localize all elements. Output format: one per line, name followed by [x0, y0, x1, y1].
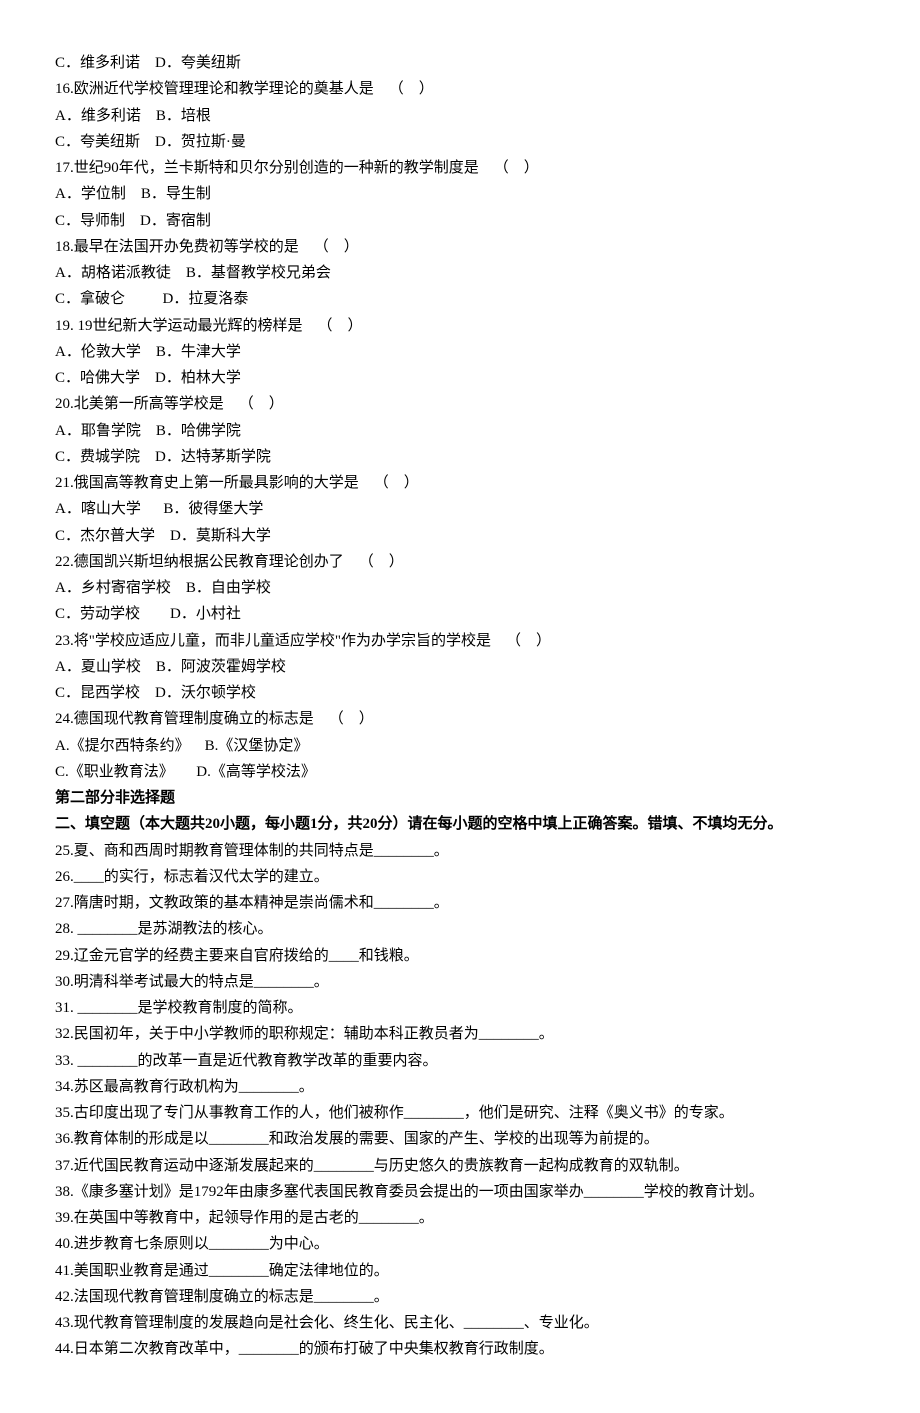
- q19-options-1: A．伦敦大学 B．牛津大学: [55, 339, 865, 365]
- q16-options-2: C．夸美纽斯 D．贺拉斯·曼: [55, 129, 865, 155]
- q34: 34.苏区最高教育行政机构为________。: [55, 1074, 865, 1100]
- q31: 31. ________是学校教育制度的简称。: [55, 995, 865, 1021]
- q20-options-1: A．耶鲁学院 B．哈佛学院: [55, 418, 865, 444]
- q26: 26.____的实行，标志着汉代太学的建立。: [55, 864, 865, 890]
- q24-options-2: C.《职业教育法》 D.《高等学校法》: [55, 759, 865, 785]
- q19-options-2: C．哈佛大学 D．柏林大学: [55, 365, 865, 391]
- q17-options-2: C．导师制 D．寄宿制: [55, 208, 865, 234]
- q36: 36.教育体制的形成是以________和政治发展的需要、国家的产生、学校的出现…: [55, 1126, 865, 1152]
- q32: 32.民国初年，关于中小学教师的职称规定：辅助本科正教员者为________。: [55, 1021, 865, 1047]
- q42: 42.法国现代教育管理制度确立的标志是________。: [55, 1284, 865, 1310]
- section2-title: 第二部分非选择题: [55, 785, 865, 811]
- q33: 33. ________的改革一直是近代教育教学改革的重要内容。: [55, 1048, 865, 1074]
- q41: 41.美国职业教育是通过________确定法律地位的。: [55, 1258, 865, 1284]
- section2-instructions: 二、填空题（本大题共20小题，每小题1分，共20分）请在每小题的空格中填上正确答…: [55, 811, 865, 837]
- q20-stem: 20.北美第一所高等学校是 （ ）: [55, 391, 865, 417]
- q21-options-2: C．杰尔普大学 D．莫斯科大学: [55, 523, 865, 549]
- q19-stem: 19. 19世纪新大学运动最光辉的榜样是 （ ）: [55, 313, 865, 339]
- q18-options-2: C．拿破仑 D．拉夏洛泰: [55, 286, 865, 312]
- q23-options-1: A．夏山学校 B．阿波茨霍姆学校: [55, 654, 865, 680]
- q15-options: C．维多利诺 D．夸美纽斯: [55, 50, 865, 76]
- q18-stem: 18.最早在法国开办免费初等学校的是 （ ）: [55, 234, 865, 260]
- q24-options-1: A.《提尔西特条约》 B.《汉堡协定》: [55, 733, 865, 759]
- q39: 39.在英国中等教育中，起领导作用的是古老的________。: [55, 1205, 865, 1231]
- q29: 29.辽金元官学的经费主要来自官府拨给的____和钱粮。: [55, 943, 865, 969]
- q23-stem: 23.将"学校应适应儿童，而非儿童适应学校"作为办学宗旨的学校是 （ ）: [55, 628, 865, 654]
- q28: 28. ________是苏湖教法的核心。: [55, 916, 865, 942]
- q16-options-1: A．维多利诺 B．培根: [55, 103, 865, 129]
- q35: 35.古印度出现了专门从事教育工作的人，他们被称作________，他们是研究、…: [55, 1100, 865, 1126]
- q25: 25.夏、商和西周时期教育管理体制的共同特点是________。: [55, 838, 865, 864]
- q18-options-1: A．胡格诺派教徒 B．基督教学校兄弟会: [55, 260, 865, 286]
- q27: 27.隋唐时期，文教政策的基本精神是崇尚儒术和________。: [55, 890, 865, 916]
- q20-options-2: C．费城学院 D．达特茅斯学院: [55, 444, 865, 470]
- q17-options-1: A．学位制 B．导生制: [55, 181, 865, 207]
- q38: 38.《康多塞计划》是1792年由康多塞代表国民教育委员会提出的一项由国家举办_…: [55, 1179, 865, 1205]
- q21-options-1: A．喀山大学 B．彼得堡大学: [55, 496, 865, 522]
- q21-stem: 21.俄国高等教育史上第一所最具影响的大学是 （ ）: [55, 470, 865, 496]
- q37: 37.近代国民教育运动中逐渐发展起来的________与历史悠久的贵族教育一起构…: [55, 1153, 865, 1179]
- q43: 43.现代教育管理制度的发展趋向是社会化、终生化、民主化、________、专业…: [55, 1310, 865, 1336]
- q16-stem: 16.欧洲近代学校管理理论和教学理论的奠基人是 （ ）: [55, 76, 865, 102]
- q44: 44.日本第二次教育改革中，________的颁布打破了中央集权教育行政制度。: [55, 1336, 865, 1362]
- q40: 40.进步教育七条原则以________为中心。: [55, 1231, 865, 1257]
- q24-stem: 24.德国现代教育管理制度确立的标志是 （ ）: [55, 706, 865, 732]
- q22-options-1: A．乡村寄宿学校 B．自由学校: [55, 575, 865, 601]
- q22-options-2: C．劳动学校 D．小村社: [55, 601, 865, 627]
- q22-stem: 22.德国凯兴斯坦纳根据公民教育理论创办了 （ ）: [55, 549, 865, 575]
- q23-options-2: C．昆西学校 D．沃尔顿学校: [55, 680, 865, 706]
- q30: 30.明清科举考试最大的特点是________。: [55, 969, 865, 995]
- q17-stem: 17.世纪90年代，兰卡斯特和贝尔分别创造的一种新的教学制度是 （ ）: [55, 155, 865, 181]
